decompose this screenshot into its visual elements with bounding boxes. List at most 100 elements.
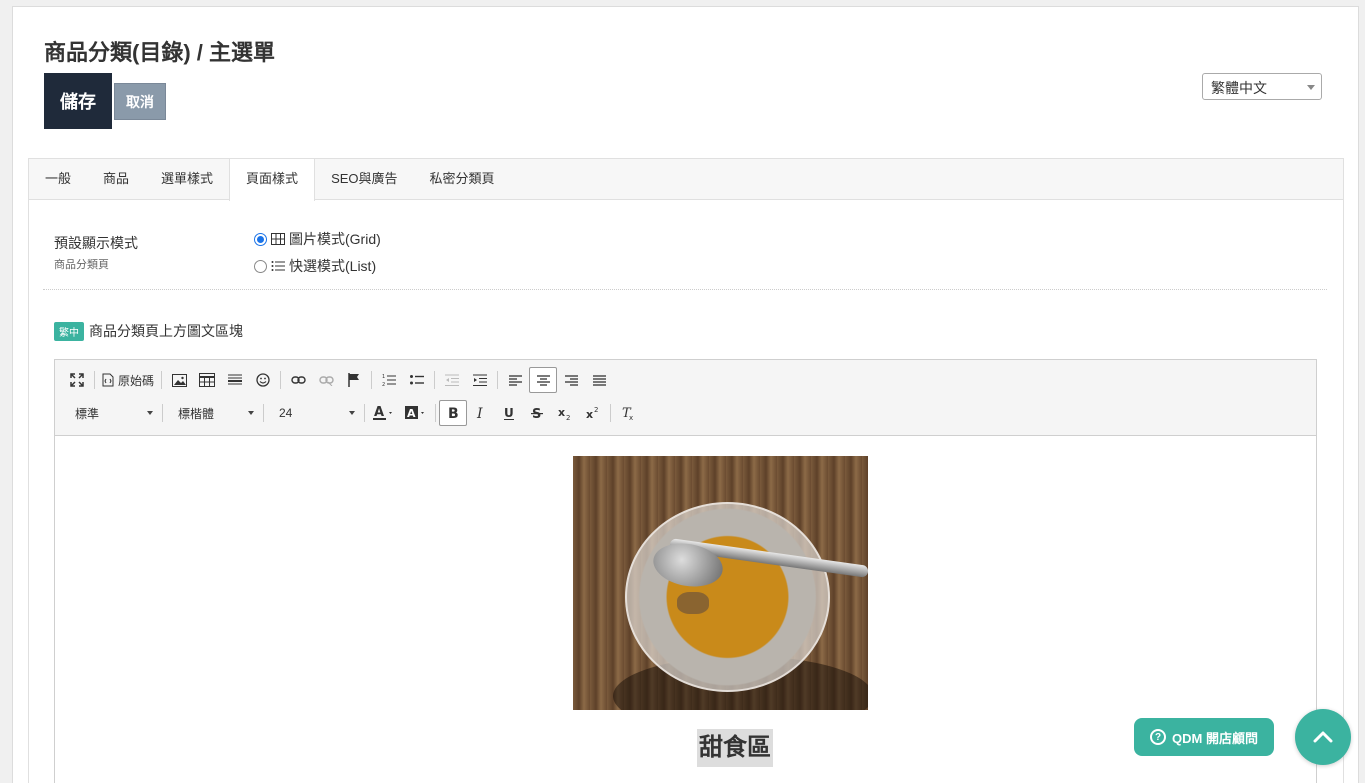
radio-option-grid[interactable]: 圖片模式(Grid) (254, 229, 381, 249)
pudding-photo[interactable] (573, 456, 868, 710)
font-size-select[interactable]: 24 (267, 400, 361, 426)
language-select-value: 繁體中文 (1211, 80, 1267, 96)
toolbar-separator (435, 404, 436, 422)
qdm-consultant-button[interactable]: ? QDM 開店顧問 (1134, 718, 1274, 756)
svg-text:B: B (448, 406, 459, 420)
anchor-flag-icon[interactable] (340, 367, 368, 393)
fullscreen-icon[interactable] (63, 367, 91, 393)
toolbar-separator (434, 371, 436, 389)
align-left-icon[interactable] (501, 367, 529, 393)
font-size-select-value: 24 (279, 406, 293, 420)
toolbar-separator (497, 371, 499, 389)
text-color-icon[interactable]: A (368, 400, 400, 426)
scroll-to-top-button[interactable] (1295, 709, 1351, 765)
tab-seo-ads[interactable]: SEO與廣告 (315, 159, 413, 200)
chevron-down-icon (1307, 85, 1315, 90)
svg-text:2: 2 (566, 414, 570, 420)
italic-icon[interactable]: I (467, 400, 495, 426)
content-block-heading: 繁中 商品分類頁上方圖文區塊 (54, 321, 243, 341)
settings-panel: 一般 商品 選單樣式 頁面樣式 SEO與廣告 私密分類頁 預設顯示模式 商品分類… (28, 158, 1344, 783)
section-divider (43, 289, 1327, 290)
svg-text:A: A (374, 405, 384, 420)
toolbar-separator (371, 371, 373, 389)
clear-format-icon[interactable]: Tx (614, 400, 642, 426)
align-right-icon[interactable] (557, 367, 585, 393)
strikethrough-icon[interactable]: S (523, 400, 551, 426)
svg-text:2: 2 (382, 382, 385, 387)
tab-menu-style[interactable]: 選單樣式 (145, 159, 229, 200)
bold-icon[interactable]: B (439, 400, 467, 426)
toolbar-separator (364, 404, 365, 422)
source-code-icon (102, 373, 114, 387)
display-mode-label: 預設顯示模式 (54, 235, 138, 251)
content-caption[interactable]: 甜食區 (697, 729, 773, 767)
page-container: 商品分類(目錄) / 主選單 儲存 取消 繁體中文 一般 商品 選單樣式 頁面樣… (12, 6, 1359, 783)
display-mode-sublabel: 商品分類頁 (54, 259, 109, 271)
radio-option-list[interactable]: 快選模式(List) (254, 256, 376, 276)
tab-bar: 一般 商品 選單樣式 頁面樣式 SEO與廣告 私密分類頁 (29, 159, 1343, 201)
page-title: 商品分類(目錄) / 主選單 (44, 40, 275, 65)
chevron-down-icon (248, 411, 254, 415)
svg-text:x: x (629, 414, 633, 420)
svg-text:x: x (586, 408, 593, 420)
svg-text:x: x (558, 406, 565, 419)
language-select[interactable]: 繁體中文 (1202, 73, 1322, 100)
align-center-icon[interactable] (529, 367, 558, 393)
subscript-icon[interactable]: x2 (551, 400, 579, 426)
underline-icon[interactable]: U (495, 400, 523, 426)
superscript-icon[interactable]: x2 (579, 400, 607, 426)
photo-bowl (625, 502, 830, 692)
editor-content[interactable]: 甜食區 (55, 436, 1316, 783)
toolbar-separator (263, 404, 264, 422)
link-icon[interactable] (284, 367, 312, 393)
indent-icon[interactable] (466, 367, 494, 393)
tab-general[interactable]: 一般 (29, 159, 87, 200)
toolbar-row-2: 標準 標楷體 24 A A B I U S x 2 x 2 T x (63, 400, 642, 426)
language-badge: 繁中 (54, 321, 84, 341)
cancel-button[interactable]: 取消 (114, 83, 166, 120)
toolbar-row-1: 原始碼 1 2 (63, 367, 613, 393)
svg-text:2: 2 (594, 406, 598, 414)
outdent-icon[interactable] (438, 367, 466, 393)
insert-table-icon[interactable] (193, 367, 221, 393)
emoji-icon[interactable] (249, 367, 277, 393)
save-button[interactable]: 儲存 (44, 73, 112, 129)
ordered-list-icon[interactable]: 12 (375, 367, 403, 393)
toolbar-separator (162, 404, 163, 422)
svg-text:1: 1 (382, 374, 385, 380)
radio-label-list: 快選模式(List) (289, 258, 377, 274)
svg-text:A: A (407, 407, 416, 420)
content-block-title: 商品分類頁上方圖文區塊 (89, 323, 243, 339)
chevron-down-icon (147, 411, 153, 415)
help-circle-icon: ? (1150, 729, 1167, 745)
rich-text-editor: 原始碼 1 2 標準 標楷體 24 A A B I U S x 2 x 2 T … (54, 359, 1317, 783)
toolbar-separator (161, 371, 163, 389)
font-family-select-value: 標楷體 (178, 406, 215, 421)
tab-products[interactable]: 商品 (87, 159, 145, 200)
source-code-label: 原始碼 (118, 373, 155, 388)
insert-image-icon[interactable] (165, 367, 193, 393)
format-select-value: 標準 (75, 406, 100, 421)
tab-private-category[interactable]: 私密分類頁 (414, 159, 511, 200)
editor-toolbar: 原始碼 1 2 標準 標楷體 24 A A B I U S x 2 x 2 T … (55, 360, 1316, 436)
radio-label-grid: 圖片模式(Grid) (289, 231, 381, 247)
format-select[interactable]: 標準 (63, 400, 159, 426)
toolbar-separator (280, 371, 282, 389)
align-justify-icon[interactable] (585, 367, 613, 393)
source-code-button[interactable]: 原始碼 (98, 372, 158, 389)
horizontal-rule-icon[interactable] (221, 367, 249, 393)
chevron-up-icon (1313, 731, 1333, 743)
toolbar-separator (94, 371, 95, 389)
svg-text:I: I (476, 406, 483, 420)
radio-button-list[interactable] (254, 259, 267, 273)
background-color-icon[interactable]: A (400, 400, 432, 426)
list-icon (271, 261, 285, 271)
qdm-consultant-label: QDM 開店顧問 (1172, 730, 1258, 746)
toolbar-separator (610, 404, 611, 422)
tab-page-style[interactable]: 頁面樣式 (229, 159, 316, 201)
chevron-down-icon (349, 411, 355, 415)
unordered-list-icon[interactable] (403, 367, 431, 393)
radio-button-grid[interactable] (254, 232, 267, 246)
font-family-select[interactable]: 標楷體 (166, 400, 260, 426)
unlink-icon[interactable] (312, 367, 340, 393)
